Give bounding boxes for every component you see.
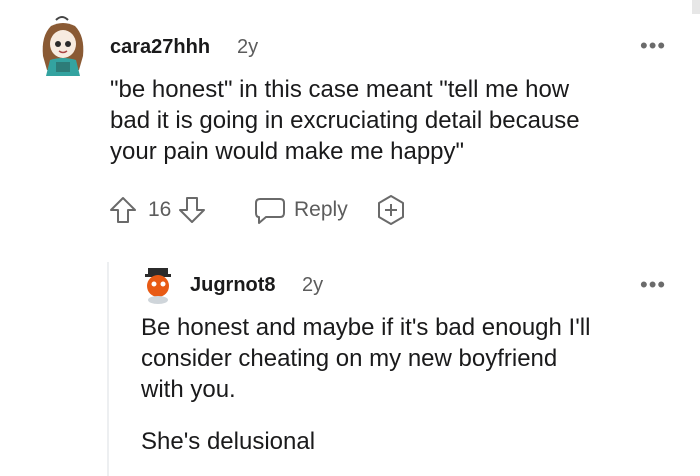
reply-label: Reply [294, 198, 348, 221]
comment-body-line: your pain would make me happy" [110, 138, 465, 165]
comment-body-line: bad it is going in excruciating detail b… [110, 107, 580, 134]
more-options-icon[interactable]: ••• [640, 35, 666, 57]
vote-count: 16 [148, 198, 172, 221]
upvote-arrow-icon[interactable] [108, 195, 138, 225]
scrollbar-corner [692, 0, 700, 14]
reply-body-line: Be honest and maybe if it's bad enough I… [141, 314, 591, 341]
reply-username[interactable]: Jugrnot8 [190, 274, 276, 297]
avatar[interactable] [142, 266, 174, 304]
reply-age: 2y [302, 274, 324, 296]
vote-group: 16 [108, 194, 207, 226]
reply-body-line: consider cheating on my new boyfriend [141, 345, 558, 372]
award-plus-icon [375, 194, 407, 226]
reply-button[interactable]: Reply [254, 194, 348, 226]
downvote-arrow-icon[interactable] [177, 195, 207, 225]
comment-body-line: "be honest" in this case meant "tell me … [110, 76, 570, 103]
comment-age: 2y [237, 36, 259, 58]
avatar[interactable] [34, 14, 92, 78]
reply-body-line: with you. [141, 376, 236, 403]
more-options-icon[interactable]: ••• [640, 274, 666, 296]
award-button[interactable] [375, 194, 407, 226]
speech-bubble-icon [254, 195, 286, 225]
comment-username[interactable]: cara27hhh [110, 36, 210, 59]
reply-body-line: She's delusional [141, 428, 316, 455]
thread-line[interactable] [107, 262, 109, 476]
